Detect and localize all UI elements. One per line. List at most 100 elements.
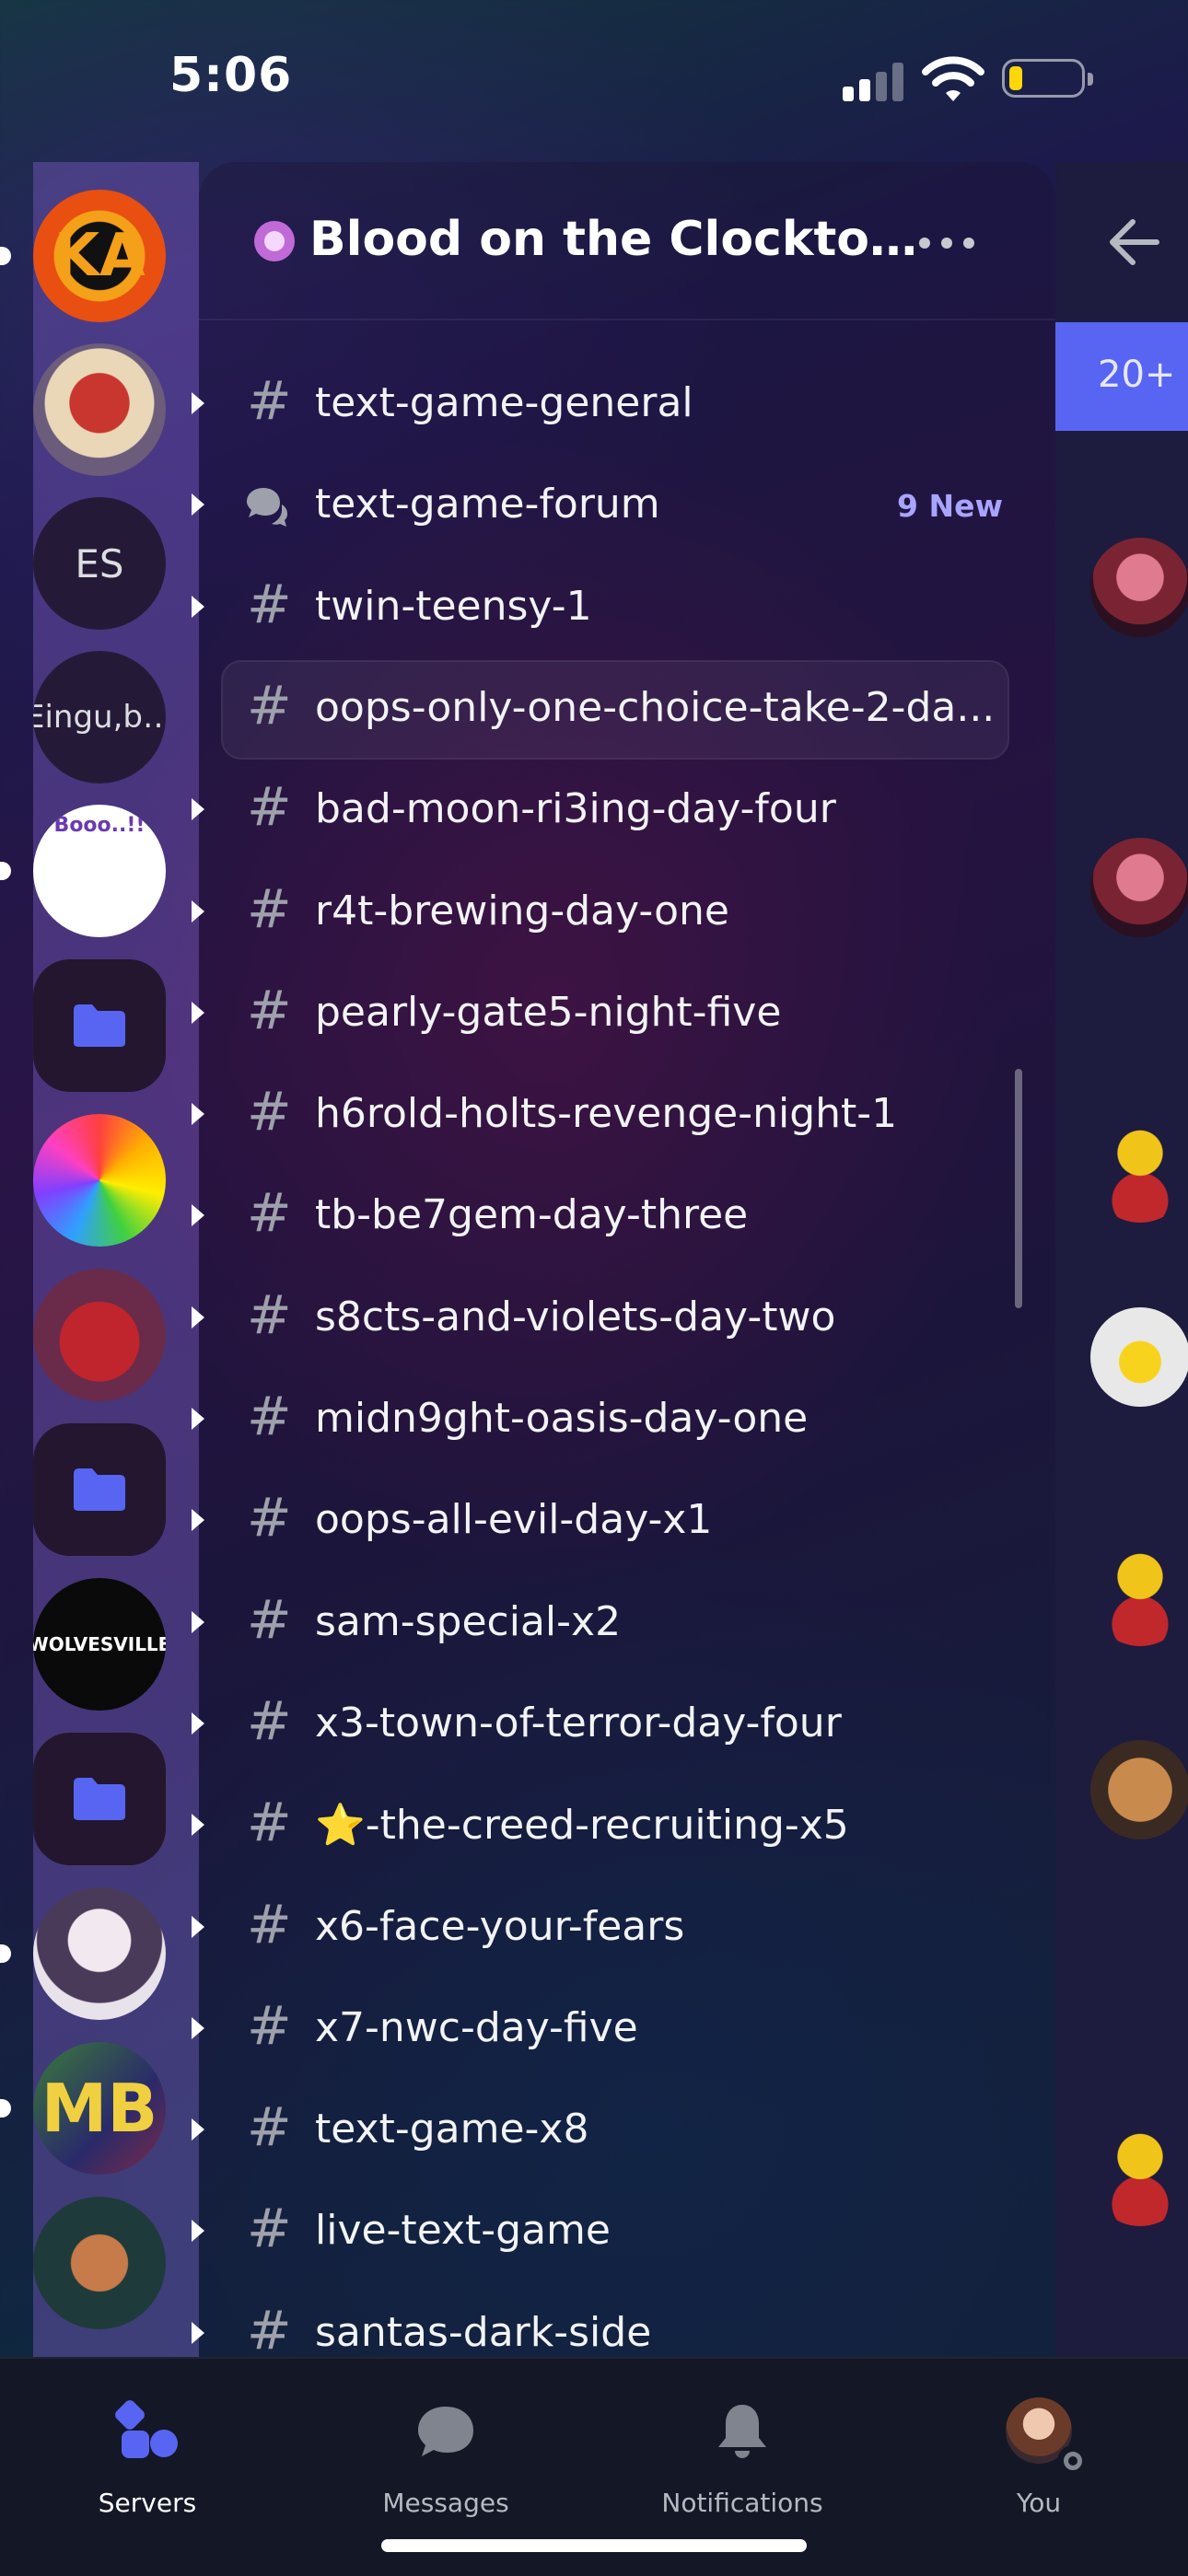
hash-icon: # <box>247 2197 292 2259</box>
chevron-right-icon[interactable] <box>192 900 204 922</box>
channel-item[interactable]: # x6-face-your-fears <box>192 1879 1055 1978</box>
chevron-right-icon[interactable] <box>192 1408 204 1430</box>
server-roll-initiative[interactable] <box>33 343 166 476</box>
channel-item[interactable]: # text-game-general <box>192 355 1055 455</box>
chevron-right-icon[interactable] <box>192 2118 204 2141</box>
chevron-right-icon[interactable] <box>192 493 204 516</box>
avatar <box>1090 1123 1188 1223</box>
hash-icon: # <box>247 775 292 838</box>
hash-icon: # <box>247 1181 292 1244</box>
server-tv[interactable] <box>33 2197 166 2329</box>
chevron-right-icon[interactable] <box>192 2322 204 2344</box>
chevron-right-icon[interactable] <box>192 1204 204 1226</box>
tab-notifications[interactable]: Notifications <box>632 2386 853 2524</box>
folder-icon <box>74 1004 125 1047</box>
channel-name: pearly-gate5-night-five <box>315 989 782 1036</box>
unread-indicator <box>0 2099 11 2118</box>
tab-label: Servers <box>98 2488 197 2518</box>
hash-icon: # <box>247 2299 292 2361</box>
scrollbar[interactable] <box>1015 1069 1022 1308</box>
channel-item[interactable]: # tb-be7gem-day-three <box>192 1167 1055 1267</box>
server-folder[interactable] <box>33 959 166 1092</box>
hash-icon: # <box>247 1283 292 1346</box>
hash-icon: # <box>247 2095 292 2158</box>
chevron-right-icon[interactable] <box>192 1814 204 1836</box>
channel-name: twin-teensy-1 <box>315 583 592 630</box>
channel-item[interactable]: # oops-only-one-choice-take-2-da... <box>199 660 1055 760</box>
more-options-icon[interactable] <box>919 238 974 250</box>
chevron-right-icon[interactable] <box>192 596 204 618</box>
tab-label: Messages <box>382 2488 509 2518</box>
server-mb[interactable]: MB <box>33 2042 166 2175</box>
server-es[interactable]: ES <box>33 497 166 630</box>
hash-icon: # <box>247 1689 292 1752</box>
channel-item[interactable]: # s8cts-and-violets-day-two <box>192 1270 1055 1369</box>
server-label: ES <box>75 540 124 586</box>
channel-item[interactable]: # bad-moon-ri3ing-day-four <box>192 761 1055 861</box>
chevron-right-icon[interactable] <box>192 1611 204 1633</box>
avatar <box>1090 1547 1188 1646</box>
server-header[interactable]: Blood on the Clockto… <box>199 162 1055 320</box>
chevron-right-icon[interactable] <box>192 2017 204 2039</box>
channel-item[interactable]: # midn9ght-oasis-day-one <box>192 1371 1055 1470</box>
channel-item[interactable]: # oops-all-evil-day-x1 <box>192 1472 1055 1572</box>
tab-servers[interactable]: Servers <box>37 2386 258 2524</box>
server-eingu[interactable]: Eingu,b… <box>33 651 166 783</box>
chevron-right-icon[interactable] <box>192 1306 204 1329</box>
chevron-right-icon[interactable] <box>192 1103 204 1125</box>
server-red-hat[interactable] <box>33 1269 166 1401</box>
hash-icon: # <box>247 573 292 635</box>
server-folder[interactable] <box>33 1423 166 1556</box>
channel-item[interactable]: # x7-nwc-day-five <box>192 1980 1055 2080</box>
chevron-right-icon[interactable] <box>192 1712 204 1735</box>
channel-name: x6-face-your-fears <box>315 1903 685 1950</box>
new-messages-banner-text: 20+ n <box>1098 354 1188 396</box>
hash-icon: # <box>247 1791 292 1853</box>
avatar <box>1090 538 1188 637</box>
chevron-right-icon[interactable] <box>192 798 204 820</box>
channel-item[interactable]: # h6rold-holts-revenge-night-1 <box>192 1066 1055 1166</box>
channel-item[interactable]: # x3-town-of-terror-day-four <box>192 1676 1055 1775</box>
server-name[interactable]: Blood on the Clockto… <box>309 212 917 267</box>
tab-you[interactable]: You <box>928 2386 1149 2524</box>
channel-name: h6rold-holts-revenge-night-1 <box>315 1090 898 1137</box>
server-ka[interactable]: KA <box>33 190 166 322</box>
channel-item[interactable]: # live-text-game <box>192 2183 1055 2282</box>
channel-item[interactable]: # ⭐-the-creed-recruiting-x5 <box>192 1777 1055 1876</box>
tab-messages[interactable]: Messages <box>335 2386 556 2524</box>
server-label: MB <box>41 2070 158 2147</box>
new-posts-badge: 9 New <box>897 488 1003 524</box>
channel-name: sam-special-x2 <box>315 1598 622 1645</box>
bell-icon <box>718 2405 766 2458</box>
channel-item[interactable]: # pearly-gate5-night-five <box>192 965 1055 1064</box>
channel-item[interactable]: # twin-teensy-1 <box>192 559 1055 658</box>
channel-name: text-game-x8 <box>315 2106 589 2152</box>
chevron-right-icon[interactable] <box>192 392 204 414</box>
home-indicator[interactable] <box>381 2539 807 2552</box>
channel-item[interactable]: # text-game-x8 <box>192 2082 1055 2181</box>
server-folder[interactable] <box>33 1733 166 1865</box>
channel-name: live-text-game <box>315 2207 611 2254</box>
status-indicator <box>1057 2445 1089 2477</box>
server-label: KA <box>53 222 146 290</box>
back-arrow-icon[interactable] <box>1101 210 1166 274</box>
server-anime-avatar[interactable] <box>33 1887 166 2020</box>
new-messages-banner[interactable]: 20+ n <box>1055 322 1188 431</box>
chevron-right-icon[interactable] <box>192 2220 204 2242</box>
chevron-right-icon[interactable] <box>192 1509 204 1531</box>
server-wolvesville[interactable]: WOLVESVILLE <box>33 1578 166 1711</box>
chevron-right-icon[interactable] <box>192 1916 204 1938</box>
messages-icon <box>418 2407 473 2456</box>
chat-peek-panel[interactable] <box>1055 162 1188 2357</box>
folder-icon <box>74 1778 125 1820</box>
chevron-right-icon[interactable] <box>192 1002 204 1024</box>
channel-item[interactable]: # sam-special-x2 <box>192 1574 1055 1674</box>
server-rainbow-die[interactable] <box>33 1114 166 1247</box>
server-boost-icon <box>254 221 295 261</box>
hash-icon: # <box>247 369 292 432</box>
channel-item[interactable]: # r4t-brewing-day-one <box>192 864 1055 963</box>
channel-name: midn9ght-oasis-day-one <box>315 1395 809 1442</box>
channel-item[interactable]: text-game-forum 9 New <box>192 457 1055 556</box>
server-booo[interactable]: Booo..!! <box>33 805 166 937</box>
channel-name: oops-only-one-choice-take-2-da... <box>315 684 996 731</box>
